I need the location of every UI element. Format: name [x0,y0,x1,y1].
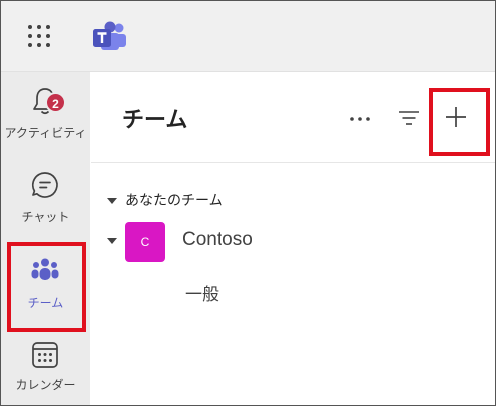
section-label: あなたのチーム [125,193,223,209]
rail-item-label: チャット [21,210,70,224]
page-title: チーム [122,108,188,133]
app-bar: 2 アクティビティ チャット チーム カレンダー [1,72,90,405]
more-options-icon[interactable] [347,105,373,131]
rail-item-calendar[interactable]: カレンダー [1,338,90,405]
team-item-contoso[interactable]: C Contoso [107,222,487,262]
teams-logo-icon [93,21,126,50]
rail-item-label: アクティビティ [4,126,87,140]
rail-item-label: カレンダー [15,378,76,392]
chevron-down-icon [107,238,117,244]
filter-icon[interactable] [397,105,421,131]
team-avatar: C [125,222,165,262]
chevron-down-icon [107,198,117,204]
rail-item-chat[interactable]: チャット [1,166,90,246]
calendar-icon [32,342,58,368]
channel-item-general[interactable]: 一般 [185,280,219,305]
title-bar [1,1,495,72]
highlight-teams-box [7,242,86,332]
teams-pane: チーム あなたのチーム C Contoso 一般 [91,72,495,405]
rail-item-activity[interactable]: 2 アクティビティ [1,82,90,162]
your-teams-section[interactable]: あなたのチーム [107,190,223,210]
teams-window: 2 アクティビティ チャット チーム カレンダー チーム あなたのチーム C C… [0,0,496,406]
highlight-add-team-box [429,88,490,156]
header-divider [91,162,495,163]
team-name: Contoso [182,229,253,250]
chat-icon [31,172,58,198]
activity-count-badge: 2 [45,92,66,113]
app-launcher-icon[interactable] [28,25,52,49]
